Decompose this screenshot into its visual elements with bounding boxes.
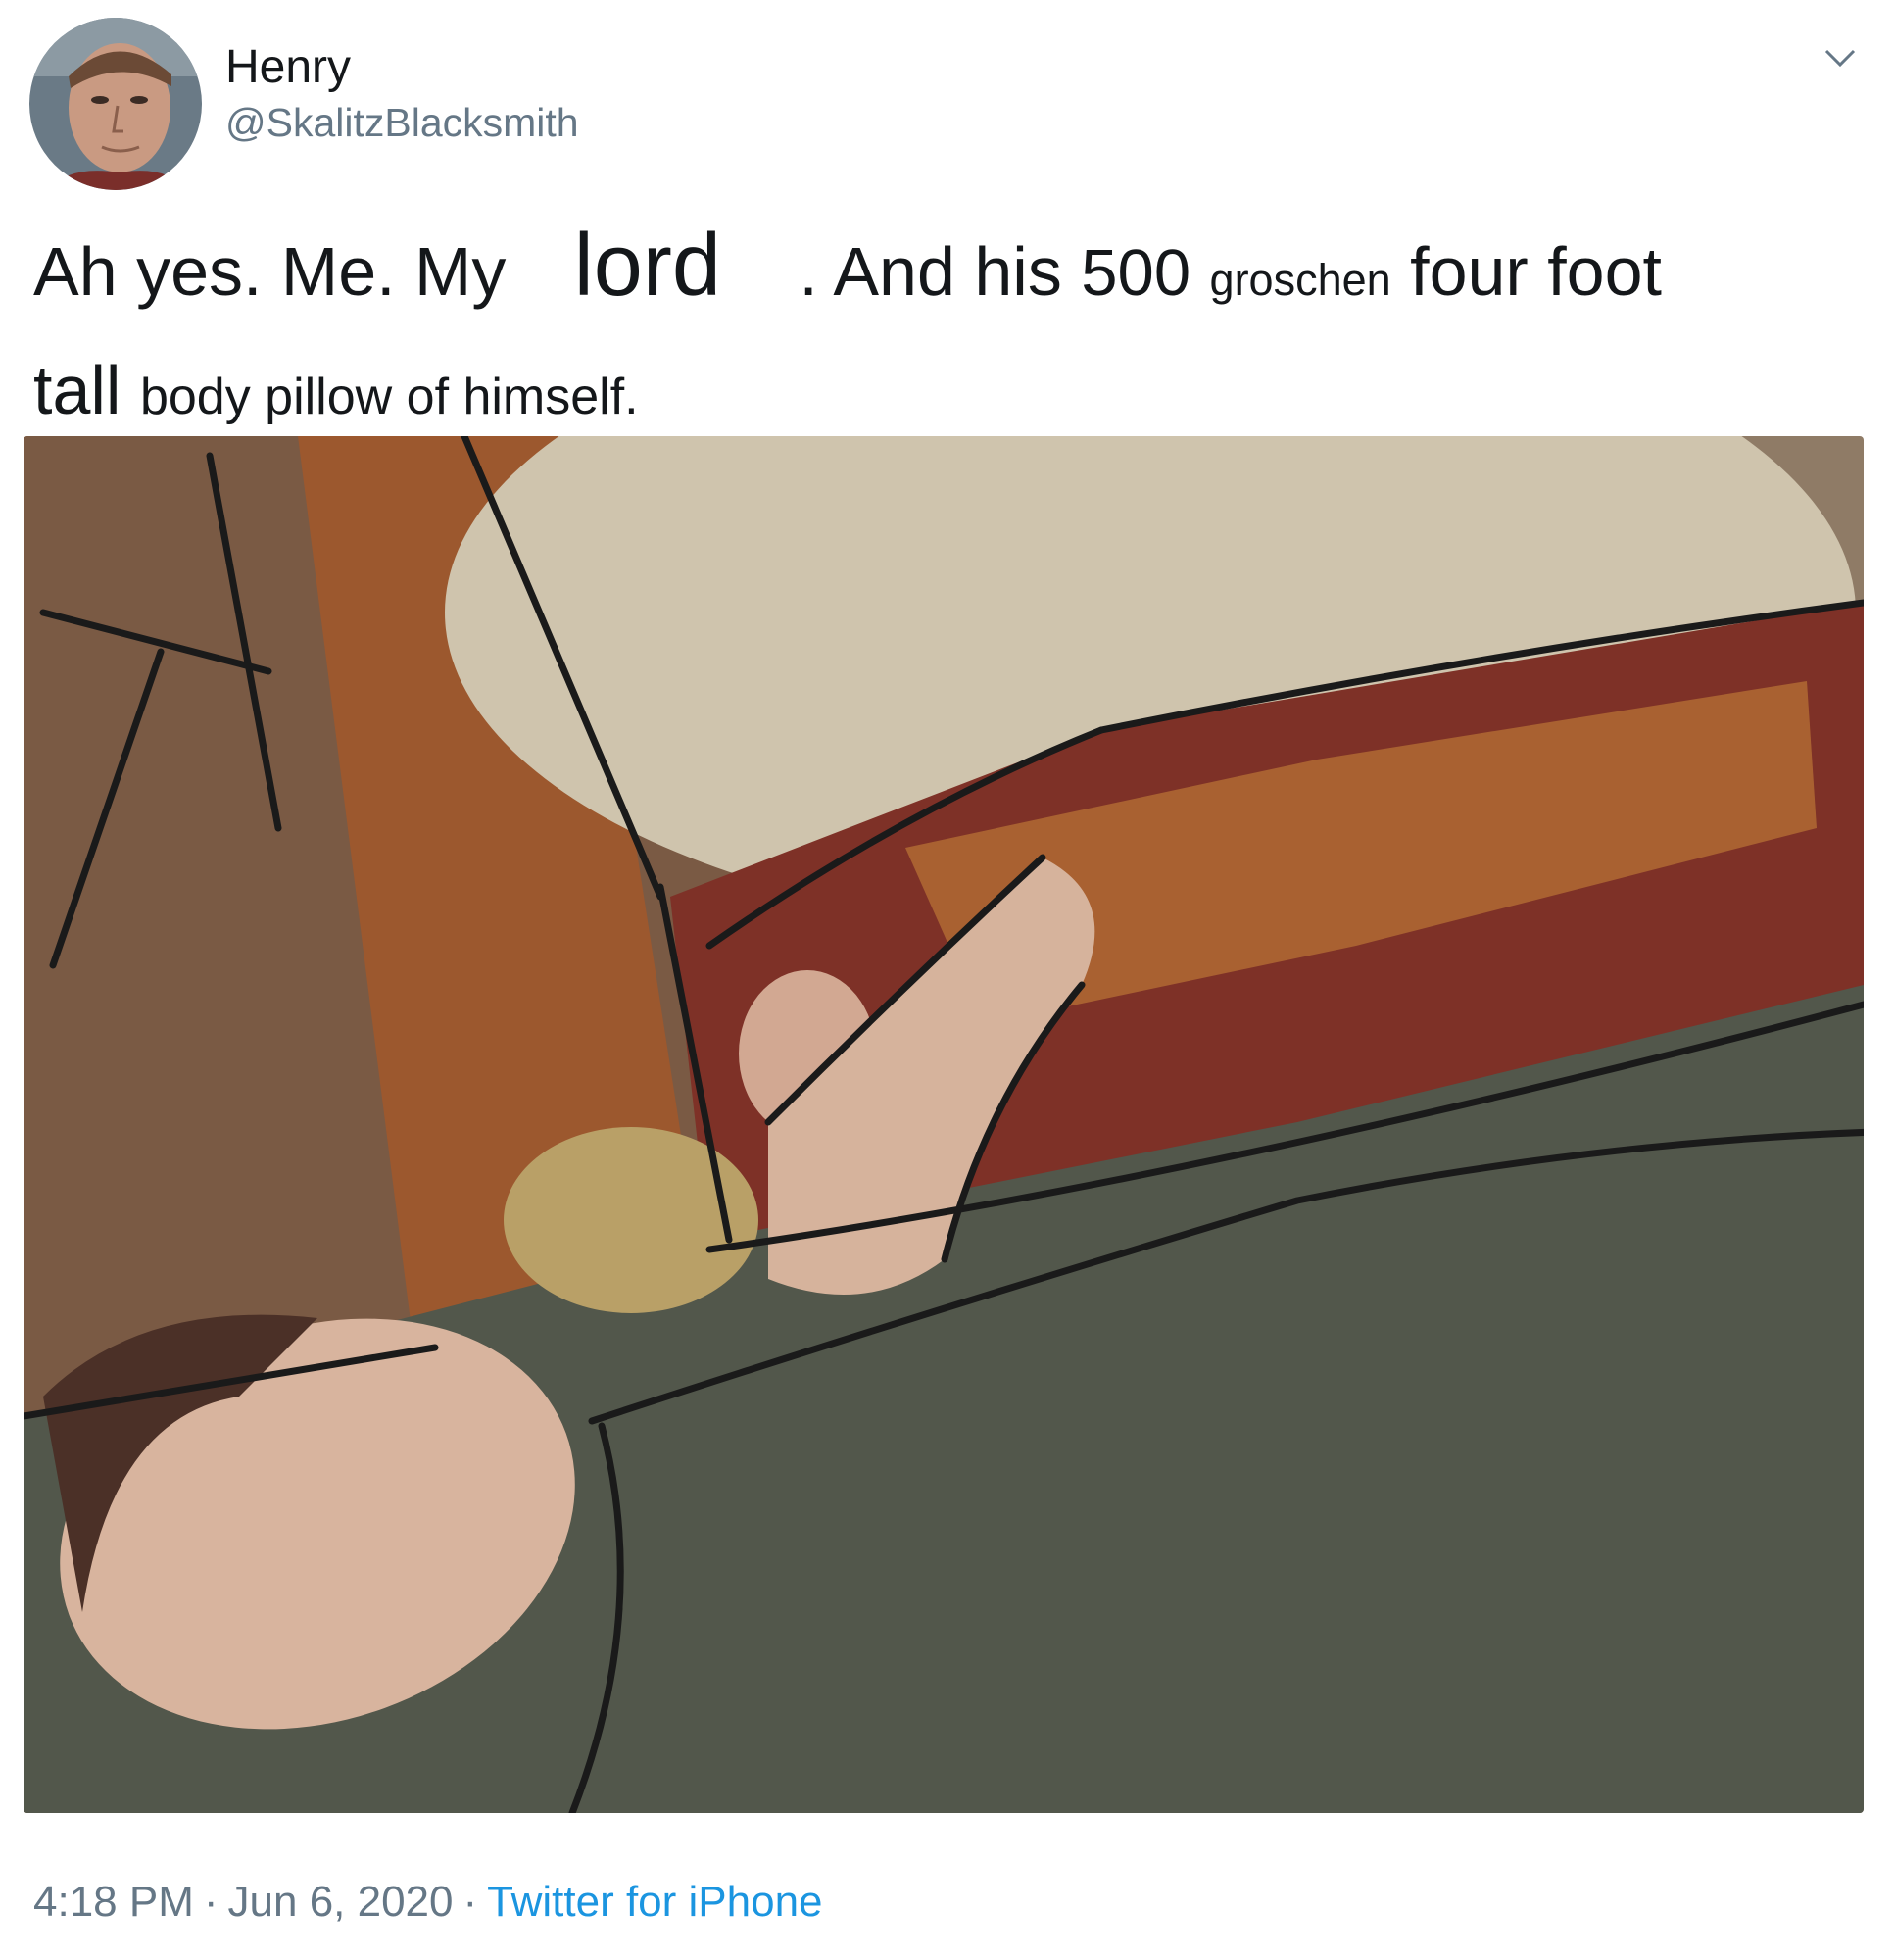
display-name[interactable]: Henry [225, 39, 579, 96]
profile-photo-icon [29, 18, 202, 190]
tweet-date[interactable]: Jun 6, 2020 [228, 1878, 454, 1926]
tweet-text-segment: lord [573, 217, 721, 315]
tweet-text-segment: four foot [1410, 233, 1662, 310]
tweet-text-segment: tall [33, 352, 121, 428]
separator: · [203, 1878, 219, 1926]
avatar[interactable] [29, 18, 202, 190]
tweet-text-segment: groschen [1209, 255, 1391, 305]
tweet-time: 4:18 PM [33, 1878, 194, 1926]
separator: · [462, 1878, 478, 1926]
tweet-source-link[interactable]: Twitter for iPhone [487, 1878, 822, 1926]
tweet-text: Ah yes. Me. My lord . And his 500 grosch… [33, 211, 1856, 452]
tweet-meta: 4:18 PM · Jun 6, 2020 · Twitter for iPhone [33, 1875, 823, 1930]
tweet-text-segment: 500 [1081, 236, 1191, 310]
tweet-text-segment: . And his [799, 233, 1062, 310]
tweet-header: Henry @SkalitzBlacksmith [0, 0, 1894, 196]
user-handle[interactable]: @SkalitzBlacksmith [225, 98, 579, 147]
chevron-down-icon[interactable] [1821, 39, 1860, 78]
tweet-media[interactable] [24, 436, 1864, 1813]
tweet-text-segment: body pillow of himself. [139, 368, 639, 425]
tweet-text-segment: Ah yes. Me. My [33, 233, 507, 310]
illustration [24, 436, 1864, 1813]
